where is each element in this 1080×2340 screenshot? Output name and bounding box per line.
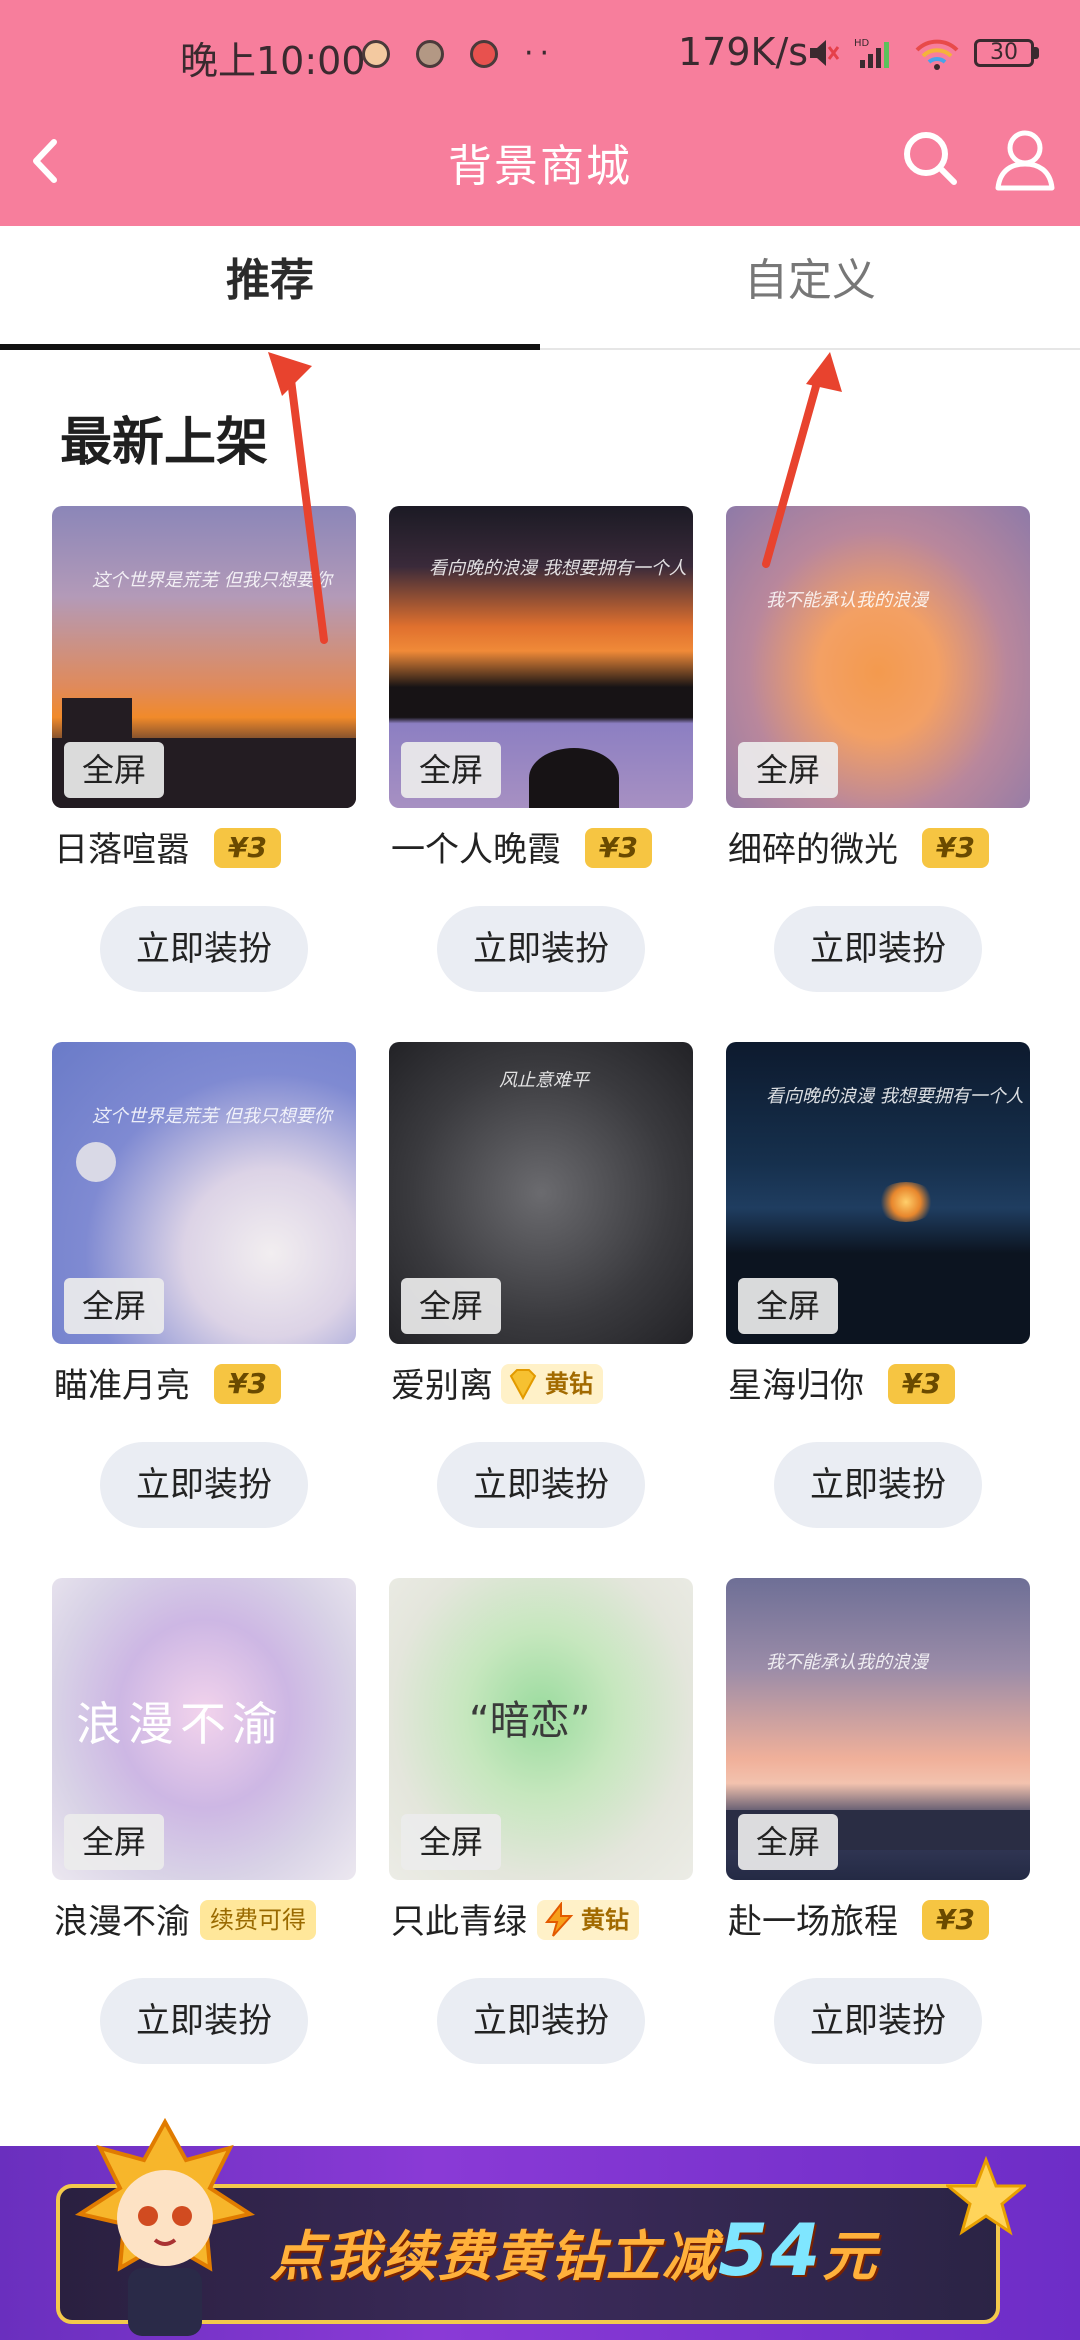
fullscreen-tag: 全屏 xyxy=(64,1278,164,1334)
background-name: 爱别离 xyxy=(391,1366,493,1406)
signal-icon: HD xyxy=(854,38,889,68)
apply-button[interactable]: 立即装扮 xyxy=(437,1442,645,1528)
promo-text-prefix: 点我续费黄钻立减 xyxy=(270,2225,718,2288)
app-notification-icon xyxy=(362,39,390,68)
background-name: 日落喧嚣 xyxy=(54,830,190,870)
background-card[interactable]: 这个世界是荒芜 但我只想要你 全屏 瞄准月亮 ¥3 立即装扮 xyxy=(52,1042,356,1542)
thumbnail-caption: 看向晚的浪漫 我想要拥有一个人 xyxy=(429,558,687,579)
app-notification-icon xyxy=(470,39,498,68)
fullscreen-tag: 全屏 xyxy=(738,742,838,798)
tab-bar: 推荐 自定义 xyxy=(0,226,1080,350)
status-bar: 晚上10:00 ·· 179K/s HD 30 xyxy=(0,30,1080,90)
background-name: 一个人晚霞 xyxy=(391,830,561,870)
vip-badge: 黄钻 xyxy=(537,1900,639,1940)
background-name: 赴一场旅程 xyxy=(728,1902,898,1942)
mute-icon xyxy=(810,40,840,66)
more-notifications-icon: ·· xyxy=(524,36,556,71)
battery-tip xyxy=(1034,47,1039,59)
background-name: 瞄准月亮 xyxy=(54,1366,190,1406)
price-badge: ¥3 xyxy=(922,828,989,868)
battery-level: 30 xyxy=(974,39,1034,67)
thumbnail-caption: 我不能承认我的浪漫 xyxy=(766,590,928,611)
background-card[interactable]: 看向晚的浪漫 我想要拥有一个人 全屏 星海归你 ¥3 立即装扮 xyxy=(726,1042,1030,1542)
active-tab-indicator xyxy=(0,344,540,350)
apply-button[interactable]: 立即装扮 xyxy=(100,1442,308,1528)
thumbnail-caption: 这个世界是荒芜 但我只想要你 xyxy=(92,570,332,591)
background-card[interactable]: “暗恋” 全屏 只此青绿 黄钻 立即装扮 xyxy=(389,1578,693,2078)
apply-button[interactable]: 立即装扮 xyxy=(774,906,982,992)
vip-badge: 黄钻 xyxy=(501,1364,603,1404)
nav-bar: 背景商城 xyxy=(0,120,1080,200)
price-badge: ¥3 xyxy=(214,1364,281,1404)
background-name: 细碎的微光 xyxy=(728,830,898,870)
apply-button[interactable]: 立即装扮 xyxy=(437,1978,645,2064)
user-profile-icon[interactable] xyxy=(990,124,1060,194)
tab-recommended[interactable]: 推荐 xyxy=(0,226,540,350)
apply-button[interactable]: 立即装扮 xyxy=(774,1978,982,2064)
section-title: 最新上架 xyxy=(60,413,269,473)
background-card[interactable]: 我不能承认我的浪漫 全屏 赴一场旅程 ¥3 立即装扮 xyxy=(726,1578,1030,2078)
battery-indicator: 30 xyxy=(974,39,1039,67)
annotation-arrowhead xyxy=(806,352,842,392)
fullscreen-tag: 全屏 xyxy=(738,1814,838,1870)
background-card[interactable]: 风止意难平 全屏 爱别离 黄钻 立即装扮 xyxy=(389,1042,693,1542)
notification-icons: ·· xyxy=(362,36,555,71)
star-icon xyxy=(946,2156,1026,2236)
tab-custom[interactable]: 自定义 xyxy=(540,226,1080,350)
price-badge: ¥3 xyxy=(585,828,652,868)
svg-text:HD: HD xyxy=(854,38,870,49)
background-card[interactable]: 浪漫不渝 全屏 浪漫不渝 续费可得 立即装扮 xyxy=(52,1578,356,2078)
apply-button[interactable]: 立即装扮 xyxy=(774,1442,982,1528)
thumbnail-caption: 浪漫不渝 xyxy=(76,1697,284,1751)
renew-badge: 续费可得 xyxy=(200,1900,316,1940)
annotation-arrowhead xyxy=(268,352,312,396)
background-card[interactable]: 看向晚的浪漫 我想要拥有一个人 全屏 一个人晚霞 ¥3 立即装扮 xyxy=(389,506,693,1006)
app-header: 晚上10:00 ·· 179K/s HD 30 背景商城 xyxy=(0,0,1080,226)
fullscreen-tag: 全屏 xyxy=(401,742,501,798)
promo-text[interactable]: 点我续费黄钻立减54元 xyxy=(270,2208,878,2292)
thumbnail-caption: 我不能承认我的浪漫 xyxy=(766,1652,928,1673)
system-status-icons: HD 30 xyxy=(806,36,1039,70)
mascot-icon xyxy=(74,2118,256,2336)
apply-button[interactable]: 立即装扮 xyxy=(100,906,308,992)
apply-button[interactable]: 立即装扮 xyxy=(437,906,645,992)
network-speed: 179K/s xyxy=(678,30,809,74)
vip-badge-label: 黄钻 xyxy=(581,1906,629,1934)
promo-amount: 54 xyxy=(718,2208,823,2292)
background-card[interactable]: 这个世界是荒芜 但我只想要你 全屏 日落喧嚣 ¥3 立即装扮 xyxy=(52,506,356,1006)
background-name: 浪漫不渝 xyxy=(54,1902,190,1942)
search-icon[interactable] xyxy=(896,124,964,192)
apply-button[interactable]: 立即装扮 xyxy=(100,1978,308,2064)
thumbnail-caption: 风止意难平 xyxy=(499,1070,589,1091)
fullscreen-tag: 全屏 xyxy=(738,1278,838,1334)
background-name: 只此青绿 xyxy=(391,1902,527,1942)
app-notification-icon xyxy=(416,39,444,68)
status-time: 晚上10:00 xyxy=(180,39,366,83)
price-badge: ¥3 xyxy=(888,1364,955,1404)
thumbnail-caption: “暗恋” xyxy=(469,1698,591,1744)
wifi-icon xyxy=(915,39,959,70)
price-badge: ¥3 xyxy=(922,1900,989,1940)
thumbnail-caption: 这个世界是荒芜 但我只想要你 xyxy=(92,1106,332,1127)
background-name: 星海归你 xyxy=(728,1366,864,1406)
fullscreen-tag: 全屏 xyxy=(401,1278,501,1334)
thumbnail-caption: 看向晚的浪漫 我想要拥有一个人 xyxy=(766,1086,1024,1107)
lightning-icon xyxy=(544,1902,574,1937)
fullscreen-tag: 全屏 xyxy=(64,1814,164,1870)
price-badge: ¥3 xyxy=(214,828,281,868)
diamond-icon xyxy=(509,1369,537,1401)
fullscreen-tag: 全屏 xyxy=(401,1814,501,1870)
fullscreen-tag: 全屏 xyxy=(64,742,164,798)
promo-text-suffix: 元 xyxy=(822,2225,879,2288)
background-card[interactable]: 我不能承认我的浪漫 全屏 细碎的微光 ¥3 立即装扮 xyxy=(726,506,1030,1006)
vip-badge-label: 黄钻 xyxy=(545,1370,593,1398)
